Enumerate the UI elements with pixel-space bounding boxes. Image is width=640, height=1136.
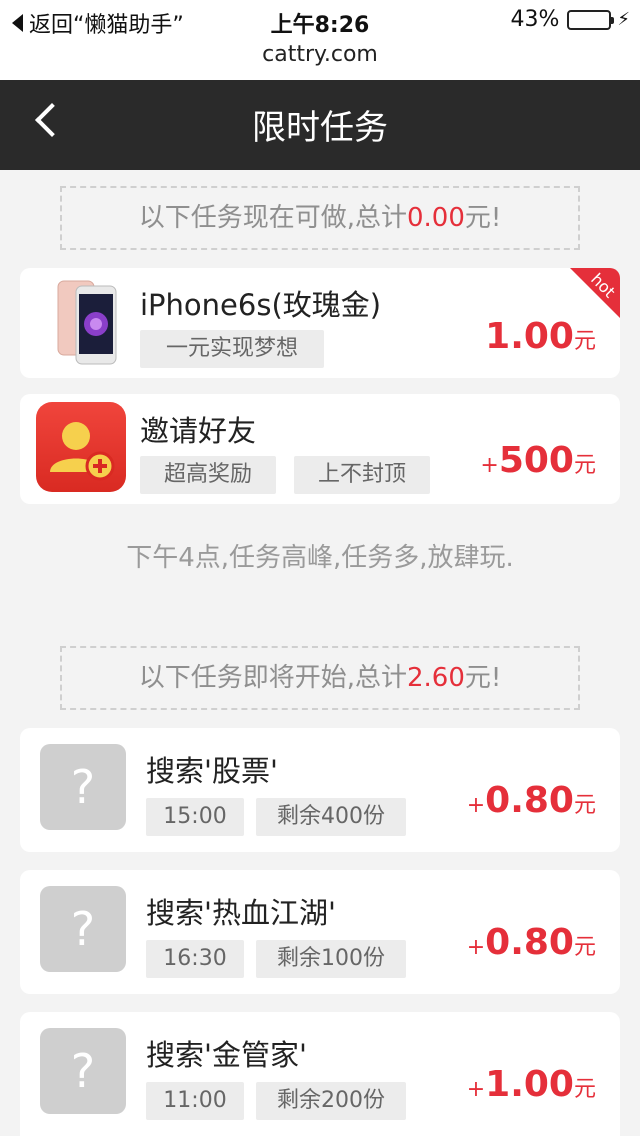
task-reward: +500元 — [480, 440, 596, 481]
available-summary: 以下任务现在可做,总计0.00元! — [60, 186, 580, 250]
task-remaining: 剩余200份 — [256, 1082, 406, 1120]
reward-amount: 1.00 — [485, 316, 574, 357]
task-remaining: 剩余400份 — [256, 798, 406, 836]
reward-amount: 500 — [498, 440, 574, 481]
battery-icon — [567, 9, 615, 30]
upcoming-summary: 以下任务即将开始,总计2.60元! — [60, 646, 580, 710]
charging-bolt-icon: ⚡ — [617, 9, 630, 30]
task-card[interactable]: ? 搜索'热血江湖' 16:30 剩余100份 +0.80元 — [20, 870, 620, 994]
reward-amount: 0.80 — [485, 922, 574, 963]
reward-plus: + — [466, 1077, 486, 1102]
task-start-time: 16:30 — [146, 940, 244, 978]
task-start-time: 11:00 — [146, 1082, 244, 1120]
task-reward: +0.80元 — [467, 922, 596, 963]
reward-unit: 元 — [573, 935, 596, 960]
upcoming-total-amount: 2.60 — [406, 663, 465, 693]
task-name: 搜索'金管家' — [146, 1038, 307, 1072]
page-title: 限时任务 — [252, 108, 388, 148]
reward-plus: + — [466, 935, 486, 960]
reward-amount: 0.80 — [485, 780, 574, 821]
reward-unit: 元 — [573, 329, 596, 354]
upcoming-summary-suffix: 元! — [464, 663, 502, 693]
task-reward: +1.00元 — [467, 1064, 596, 1105]
nav-bar: 限时任务 — [0, 80, 640, 170]
question-mark-icon: ? — [40, 744, 126, 830]
reward-unit: 元 — [573, 793, 596, 818]
task-remaining: 剩余100份 — [256, 940, 406, 978]
task-start-time: 15:00 — [146, 798, 244, 836]
reward-unit: 元 — [573, 1077, 596, 1102]
task-tag: 一元实现梦想 — [140, 330, 324, 368]
url-bar[interactable]: cattry.com — [0, 40, 640, 80]
task-name: 邀请好友 — [140, 414, 257, 448]
task-reward: +0.80元 — [467, 780, 596, 821]
task-tag: 超高奖励 — [140, 456, 276, 494]
invite-friend-icon — [36, 402, 126, 492]
available-summary-prefix: 以下任务现在可做,总计 — [138, 203, 407, 233]
status-bar: 返回“懒猫助手” 上午8:26 43% ⚡ — [0, 0, 640, 40]
task-name: iPhone6s(玫瑰金) — [140, 288, 382, 322]
task-name: 搜索'热血江湖' — [146, 896, 336, 930]
question-mark-icon: ? — [40, 886, 126, 972]
reward-unit: 元 — [573, 453, 596, 478]
reward-amount: 1.00 — [485, 1064, 574, 1105]
available-summary-suffix: 元! — [464, 203, 502, 233]
iphone-image — [57, 280, 117, 365]
peak-notice: 下午4点,任务高峰,任务多,放肆玩. — [126, 543, 514, 573]
task-tag: 上不封顶 — [294, 456, 430, 494]
task-card[interactable]: ? 搜索'股票' 15:00 剩余400份 +0.80元 — [20, 728, 620, 852]
available-total-amount: 0.00 — [406, 203, 465, 233]
upcoming-summary-prefix: 以下任务即将开始,总计 — [138, 663, 407, 693]
task-reward: 1.00元 — [485, 316, 596, 357]
task-card[interactable]: ? 搜索'金管家' 11:00 剩余200份 +1.00元 — [20, 1012, 620, 1136]
reward-plus: + — [466, 793, 486, 818]
battery-percent: 43% — [510, 7, 560, 32]
reward-plus: + — [480, 453, 499, 478]
task-card-iphone[interactable]: iPhone6s(玫瑰金) 一元实现梦想 1.00元 hot — [20, 268, 620, 378]
question-mark-icon: ? — [40, 1028, 126, 1114]
task-card-invite[interactable]: 邀请好友 超高奖励 上不封顶 +500元 — [20, 394, 620, 504]
task-name: 搜索'股票' — [146, 754, 278, 788]
battery-indicator: 43% ⚡ — [510, 7, 630, 32]
user-add-icon — [50, 422, 115, 481]
